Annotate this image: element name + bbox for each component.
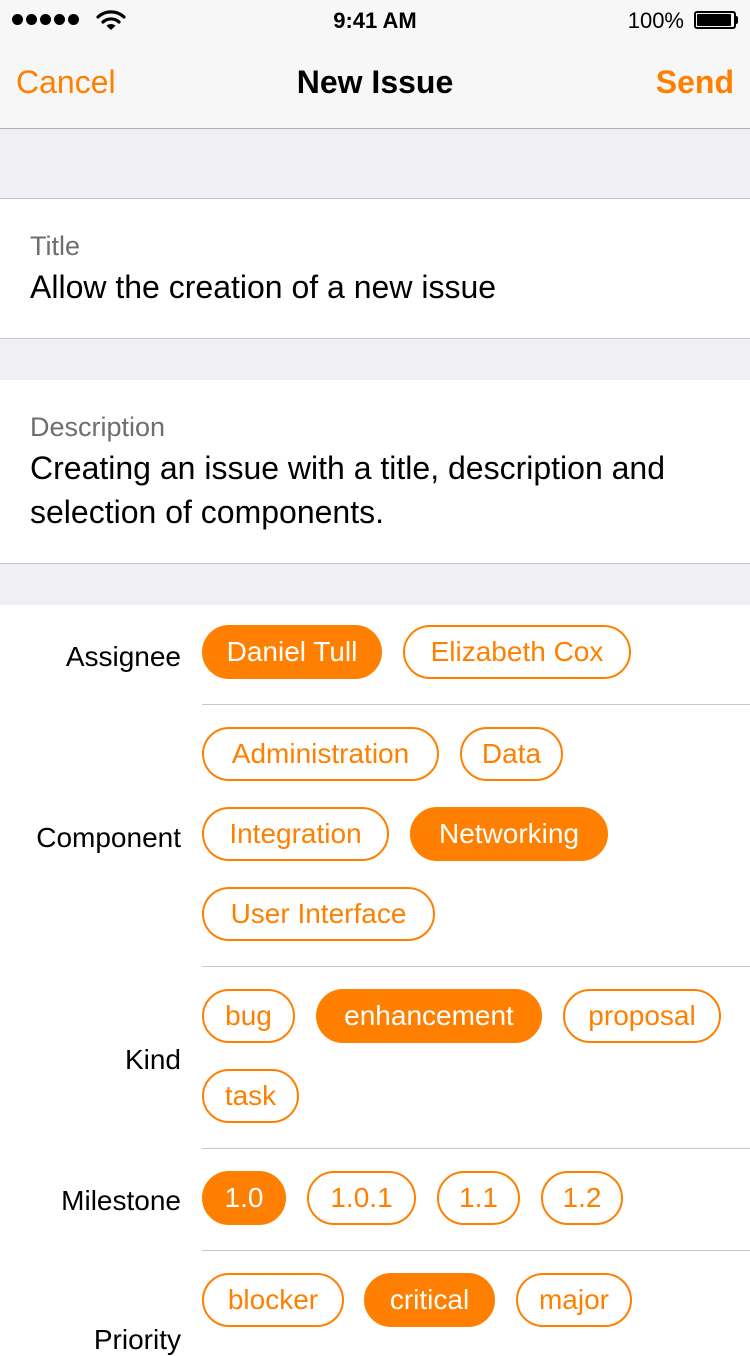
milestone-option[interactable]: 1.2 xyxy=(541,1171,623,1225)
kind-label: Kind xyxy=(124,1044,181,1075)
priority-option[interactable]: major xyxy=(516,1273,632,1327)
component-option[interactable]: User Interface xyxy=(202,887,435,941)
component-label: Component xyxy=(36,822,181,853)
send-button[interactable]: Send xyxy=(656,64,734,101)
kind-option[interactable]: bug xyxy=(202,989,295,1043)
component-option[interactable]: Administration xyxy=(202,727,439,781)
priority-option[interactable]: critical xyxy=(364,1273,495,1327)
milestone-option[interactable]: 1.0 xyxy=(202,1171,286,1225)
battery-percentage: 100% xyxy=(627,8,684,33)
milestone-option[interactable]: 1.0.1 xyxy=(307,1171,416,1225)
section-spacer xyxy=(0,338,750,381)
kind-option[interactable]: proposal xyxy=(563,989,721,1043)
section-spacer xyxy=(0,129,750,199)
component-option[interactable]: Integration xyxy=(202,807,389,861)
kind-option[interactable]: task xyxy=(202,1069,299,1123)
assignee-label: Assignee xyxy=(65,641,181,672)
title-field[interactable]: Title Allow the creation of a new issue xyxy=(0,199,750,338)
kind-option[interactable]: enhancement xyxy=(316,989,542,1043)
row-separator xyxy=(202,704,750,705)
priority-option[interactable]: blocker xyxy=(202,1273,344,1327)
row-separator xyxy=(202,1250,750,1251)
component-option[interactable]: Data xyxy=(460,727,563,781)
milestone-label: Milestone xyxy=(61,1185,181,1216)
navigation-bar: Cancel New Issue Send xyxy=(0,40,750,129)
status-bar: 9:41 AM 100% xyxy=(0,0,750,40)
milestone-option[interactable]: 1.1 xyxy=(437,1171,520,1225)
row-separator xyxy=(202,1148,750,1149)
description-field[interactable]: Description Creating an issue with a tit… xyxy=(0,380,750,563)
title-label: Title xyxy=(30,231,81,261)
section-spacer xyxy=(0,563,750,606)
component-option[interactable]: Networking xyxy=(410,807,608,861)
battery-icon xyxy=(694,11,738,29)
title-input[interactable]: Allow the creation of a new issue xyxy=(30,265,730,309)
description-label: Description xyxy=(30,412,166,442)
assignee-option[interactable]: Elizabeth Cox xyxy=(403,625,631,679)
assignee-option[interactable]: Daniel Tull xyxy=(202,625,382,679)
page-title: New Issue xyxy=(296,64,454,100)
attributes-section: Assignee Daniel Tull Elizabeth Cox Compo… xyxy=(0,605,750,1355)
row-separator xyxy=(202,966,750,967)
description-input[interactable]: Creating an issue with a title, descript… xyxy=(30,446,730,534)
priority-label: Priority xyxy=(93,1324,181,1355)
